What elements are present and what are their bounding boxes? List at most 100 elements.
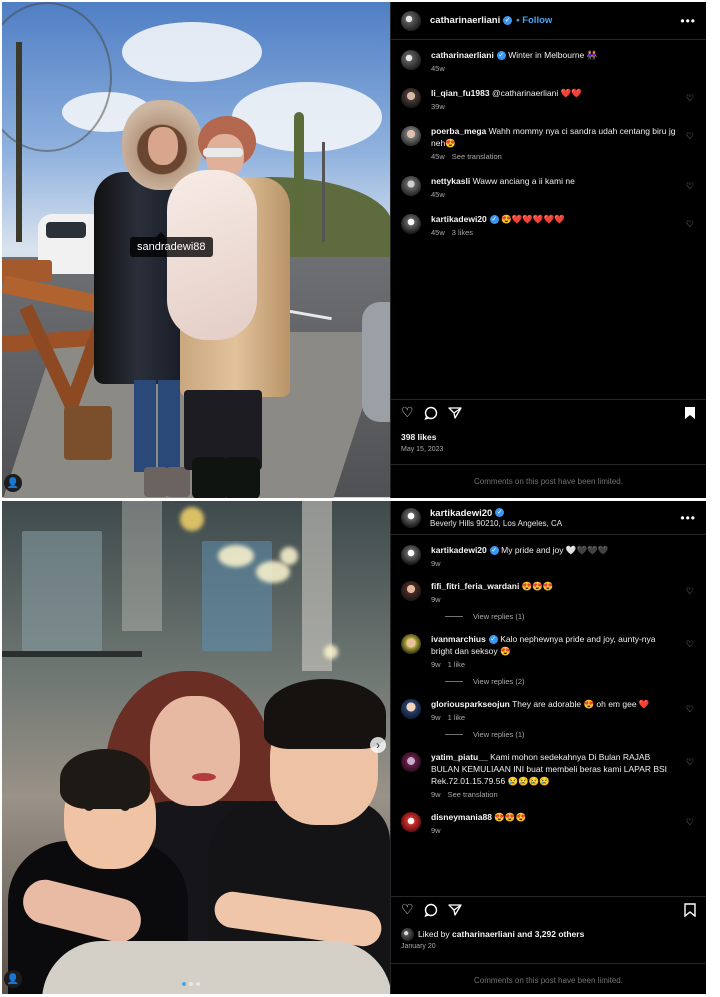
comment-text: Waww anciang a ii kami ne xyxy=(472,176,575,186)
avatar[interactable] xyxy=(401,581,421,601)
comment-username[interactable]: gloriousparkseojun xyxy=(431,699,510,709)
comment-time: 45w xyxy=(431,152,445,161)
comment-bubble-icon[interactable] xyxy=(424,406,438,420)
comment-username[interactable]: poerba_mega xyxy=(431,126,486,136)
avatar[interactable] xyxy=(401,699,421,719)
share-send-icon[interactable] xyxy=(447,406,462,420)
verified-icon: ✓ xyxy=(488,635,498,645)
like-comment-heart-icon[interactable]: ♡ xyxy=(686,181,694,192)
avatar[interactable] xyxy=(401,507,421,528)
comment-username[interactable]: ivanmarchius xyxy=(431,634,486,644)
comment-time: 9w xyxy=(431,790,441,799)
comment-item: gloriousparkseojun They are adorable 😍 o… xyxy=(401,698,696,724)
post-date: January 20 xyxy=(401,943,436,950)
post-location[interactable]: Beverly Hills 90210, Los Angeles, CA xyxy=(430,519,562,528)
comment-username[interactable]: catharinaerliani xyxy=(431,50,494,60)
instagram-post-1: sandradewi88 👤 catharinaerliani ✓ • Foll… xyxy=(2,2,706,498)
post-1-action-bar: ♡ xyxy=(391,399,706,425)
more-options-icon[interactable]: ••• xyxy=(680,14,696,28)
comment-username[interactable]: yatim_piatu__ xyxy=(431,752,488,762)
avatar[interactable] xyxy=(401,752,421,772)
carousel-next-icon[interactable]: › xyxy=(370,737,386,753)
avatar[interactable] xyxy=(401,214,421,234)
comment-list: kartikadewi20 ✓ My pride and joy 🤍🖤🖤🖤 9w … xyxy=(391,535,706,837)
comment-username[interactable]: kartikadewi20 xyxy=(431,545,487,555)
avatar[interactable] xyxy=(401,88,421,108)
comment-item: kartikadewi20 ✓ 😍❤️❤️❤️❤️❤️ 45w 3 likes ♡ xyxy=(401,213,696,239)
comment-text: 😍😍😍 xyxy=(494,812,527,822)
avatar[interactable] xyxy=(401,545,421,565)
liker-avatar[interactable] xyxy=(401,928,414,941)
liked-by-text: Liked by catharinaerliani and 3,292 othe… xyxy=(401,928,584,941)
like-comment-heart-icon[interactable]: ♡ xyxy=(686,219,694,230)
comment-username[interactable]: disneymania88 xyxy=(431,812,492,822)
comment-time: 9w xyxy=(431,559,441,568)
like-comment-heart-icon[interactable]: ♡ xyxy=(686,704,694,715)
comment-likes[interactable]: 3 likes xyxy=(452,228,473,237)
follow-button[interactable]: • Follow xyxy=(516,15,552,26)
like-comment-heart-icon[interactable]: ♡ xyxy=(686,586,694,597)
post-2-photo[interactable]: › 👤 xyxy=(2,501,390,994)
comment-item: catharinaerliani ✓ Winter in Melbourne 👭 … xyxy=(401,49,696,75)
comment-username[interactable]: nettykasli xyxy=(431,176,470,186)
avatar[interactable] xyxy=(401,176,421,196)
avatar[interactable] xyxy=(401,50,421,70)
share-send-icon[interactable] xyxy=(447,903,462,917)
verified-icon: ✓ xyxy=(496,51,506,61)
avatar[interactable] xyxy=(401,10,421,31)
like-comment-heart-icon[interactable]: ♡ xyxy=(686,757,694,768)
comment-item: li_qian_fu1983 @catharinaerliani ❤️❤️ 39… xyxy=(401,87,696,113)
post-1-photo[interactable]: sandradewi88 👤 xyxy=(2,2,390,498)
post-date: May 15, 2023 xyxy=(401,446,444,453)
likes-count[interactable]: 398 likes xyxy=(401,432,436,442)
photo-tag[interactable]: sandradewi88 xyxy=(130,232,213,257)
see-translation-link[interactable]: See translation xyxy=(448,790,498,799)
avatar[interactable] xyxy=(401,126,421,146)
comment-likes[interactable]: 1 like xyxy=(448,660,466,669)
like-comment-heart-icon[interactable]: ♡ xyxy=(686,131,694,142)
comment-item: ivanmarchius ✓ Kalo nephewnya pride and j… xyxy=(401,633,696,671)
comment-username[interactable]: fifi_fitri_feria_wardani xyxy=(431,581,519,591)
more-options-icon[interactable]: ••• xyxy=(680,511,696,525)
avatar[interactable] xyxy=(401,634,421,654)
comment-time: 9w xyxy=(431,595,441,604)
like-heart-icon[interactable]: ♡ xyxy=(401,404,414,421)
author-handle[interactable]: kartikadewi20 xyxy=(430,508,492,519)
comment-username[interactable]: kartikadewi20 xyxy=(431,214,487,224)
comment-time: 9w xyxy=(431,826,441,835)
comment-text: They are adorable 😍 oh em gee ❤️ xyxy=(512,699,650,709)
tagged-users-icon[interactable]: 👤 xyxy=(4,970,22,988)
comment-text: My pride and joy 🤍🖤🖤🖤 xyxy=(501,545,609,555)
view-replies-link[interactable]: View replies (1) xyxy=(445,612,696,621)
see-translation-link[interactable]: See translation xyxy=(452,152,502,161)
verified-icon: ✓ xyxy=(503,16,513,25)
post-1-panel: catharinaerliani ✓ • Follow ••• catharin… xyxy=(390,2,706,498)
comment-likes[interactable]: 1 like xyxy=(448,713,466,722)
tagged-users-icon[interactable]: 👤 xyxy=(4,474,22,492)
comment-time: 9w xyxy=(431,660,441,669)
like-comment-heart-icon[interactable]: ♡ xyxy=(686,93,694,104)
comment-item: nettykasli Waww anciang a ii kami ne 45w… xyxy=(401,175,696,201)
comment-time: 45w xyxy=(431,190,445,199)
post-1-header: catharinaerliani ✓ • Follow ••• xyxy=(391,2,706,40)
author-handle[interactable]: catharinaerliani xyxy=(430,15,500,26)
comment-username[interactable]: li_qian_fu1983 xyxy=(431,88,490,98)
comment-item: fifi_fitri_feria_wardani 😍😍😍 9w ♡ xyxy=(401,580,696,606)
like-comment-heart-icon[interactable]: ♡ xyxy=(686,817,694,828)
comment-item: poerba_mega Wahh mommy nya ci sandra uda… xyxy=(401,125,696,163)
comments-limited-notice: Comments on this post have been limited. xyxy=(391,963,706,997)
comment-text: Winter in Melbourne 👭 xyxy=(508,50,598,60)
view-replies-link[interactable]: View replies (1) xyxy=(445,730,696,739)
bookmark-outline-icon[interactable] xyxy=(684,902,696,917)
comment-text: 😍😍😍 xyxy=(521,581,554,591)
like-heart-icon[interactable]: ♡ xyxy=(401,901,414,918)
liker-username[interactable]: catharinaerliani xyxy=(452,929,515,939)
carousel-dots xyxy=(182,982,200,986)
avatar[interactable] xyxy=(401,812,421,832)
like-comment-heart-icon[interactable]: ♡ xyxy=(686,639,694,650)
comment-bubble-icon[interactable] xyxy=(424,903,438,917)
view-replies-link[interactable]: View replies (2) xyxy=(445,677,696,686)
bookmark-icon[interactable] xyxy=(684,406,696,420)
comment-text: @catharinaerliani ❤️❤️ xyxy=(491,88,582,98)
post-2-action-bar: ♡ xyxy=(391,896,706,922)
